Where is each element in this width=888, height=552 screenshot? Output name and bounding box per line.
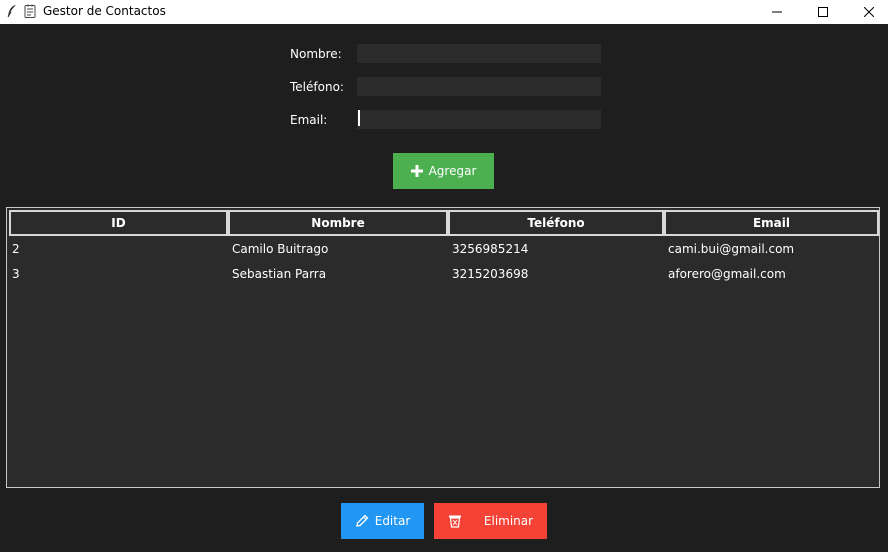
text-caret bbox=[358, 110, 360, 126]
notepad-icon bbox=[24, 4, 36, 18]
cell-email: aforero@gmail.com bbox=[668, 267, 786, 281]
feather-icon bbox=[6, 4, 18, 18]
trash-icon bbox=[448, 514, 462, 528]
cell-telefono: 3215203698 bbox=[452, 267, 529, 281]
cell-telefono: 3256985214 bbox=[452, 242, 529, 256]
table-row[interactable]: 2 Camilo Buitrago 3256985214 cami.bui@gm… bbox=[7, 237, 879, 262]
table-row[interactable]: 3 Sebastian Parra 3215203698 aforero@gma… bbox=[7, 262, 879, 287]
window-title: Gestor de Contactos bbox=[43, 4, 166, 18]
add-button-label: Agregar bbox=[428, 164, 477, 178]
nombre-input[interactable] bbox=[357, 44, 601, 63]
telefono-label: Teléfono: bbox=[290, 80, 344, 94]
close-button[interactable] bbox=[846, 0, 888, 24]
delete-button-label: Eliminar bbox=[483, 514, 534, 528]
maximize-icon bbox=[818, 7, 828, 17]
edit-button[interactable]: Editar bbox=[341, 503, 424, 539]
cell-email: cami.bui@gmail.com bbox=[668, 242, 795, 256]
email-label: Email: bbox=[290, 113, 328, 127]
cell-id: 2 bbox=[12, 242, 20, 256]
delete-button[interactable]: Eliminar bbox=[434, 503, 547, 539]
column-header-email[interactable]: Email bbox=[664, 210, 879, 236]
minimize-button[interactable] bbox=[754, 0, 800, 24]
cell-nombre: Sebastian Parra bbox=[232, 267, 327, 281]
title-bar: Gestor de Contactos bbox=[0, 0, 888, 24]
edit-button-label: Editar bbox=[374, 514, 411, 528]
maximize-button[interactable] bbox=[800, 0, 846, 24]
column-header-nombre[interactable]: Nombre bbox=[228, 210, 448, 236]
plus-icon bbox=[410, 165, 423, 177]
email-input[interactable] bbox=[357, 110, 601, 129]
close-icon bbox=[864, 7, 874, 17]
column-header-telefono[interactable]: Teléfono bbox=[448, 210, 664, 236]
pencil-icon bbox=[355, 514, 369, 528]
telefono-input[interactable] bbox=[357, 77, 601, 96]
contacts-table[interactable]: ID Nombre Teléfono Email 2 Camilo Buitra… bbox=[6, 207, 880, 488]
cell-nombre: Camilo Buitrago bbox=[232, 242, 329, 256]
column-header-id[interactable]: ID bbox=[9, 210, 228, 236]
cell-id: 3 bbox=[12, 267, 20, 281]
nombre-label: Nombre: bbox=[290, 47, 342, 61]
minimize-icon bbox=[772, 11, 782, 13]
add-button[interactable]: Agregar bbox=[393, 153, 494, 189]
